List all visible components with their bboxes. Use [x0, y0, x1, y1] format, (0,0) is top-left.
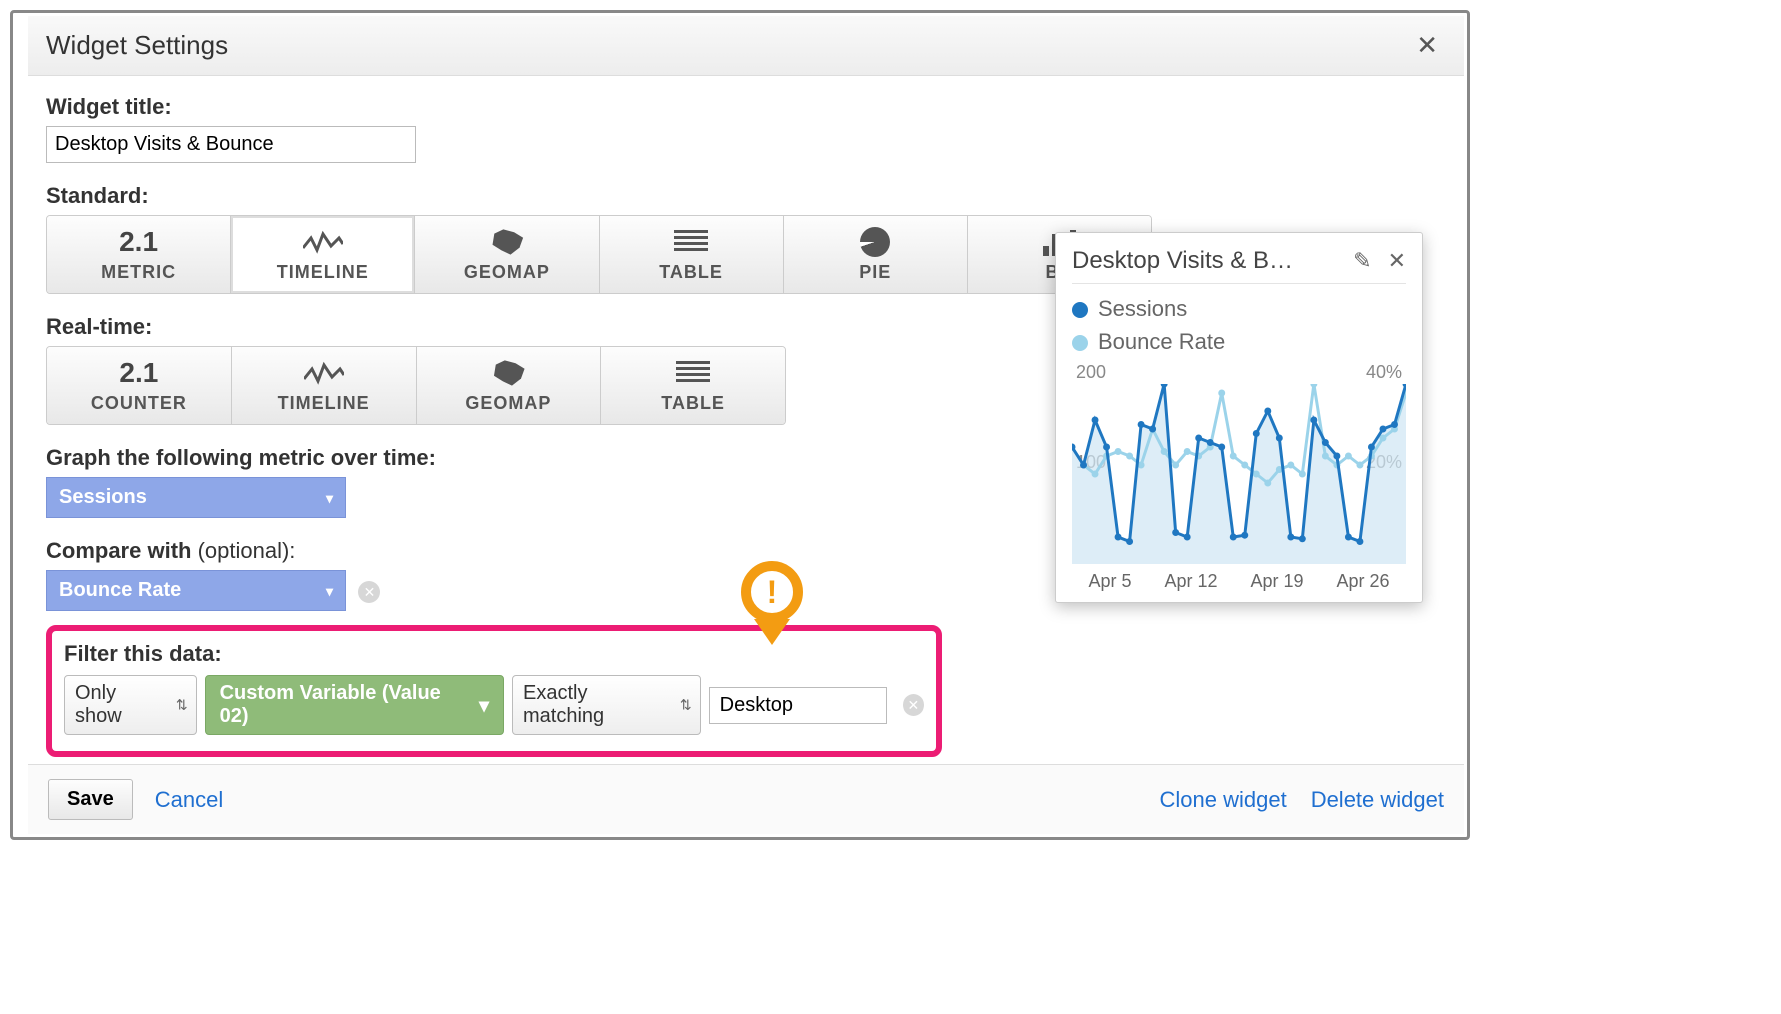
- metric-num-icon: 2.1: [119, 226, 158, 258]
- filter-dimension-dropdown[interactable]: Custom Variable (Value 02): [205, 675, 504, 735]
- preview-title: Desktop Visits & B…: [1072, 247, 1293, 275]
- filter-mode-select[interactable]: Only show: [64, 675, 197, 735]
- type-table[interactable]: TABLE: [600, 216, 784, 293]
- type-metric[interactable]: 2.1 METRIC: [47, 216, 231, 293]
- type-label: TABLE: [604, 262, 779, 283]
- type-label: TABLE: [605, 393, 781, 414]
- table-icon: [674, 230, 708, 254]
- type-pie[interactable]: PIE: [784, 216, 968, 293]
- standard-type-row: 2.1 METRIC TIMELINE GEOMAP TABLE: [46, 215, 1152, 294]
- geomap-icon: [490, 359, 526, 387]
- remove-filter-icon[interactable]: ✕: [903, 694, 924, 716]
- type-counter[interactable]: 2.1 COUNTER: [47, 347, 232, 424]
- metric-value: Sessions: [59, 486, 147, 509]
- type-label: METRIC: [51, 262, 226, 283]
- x-tick: Apr 5: [1088, 571, 1131, 592]
- type-label: TIMELINE: [236, 393, 412, 414]
- legend-dot-sessions: [1072, 302, 1088, 318]
- filter-row: Only show Custom Variable (Value 02) Exa…: [64, 675, 924, 735]
- legend-dot-bounce: [1072, 335, 1088, 351]
- cancel-button[interactable]: Cancel: [155, 787, 223, 813]
- widget-title-input[interactable]: [46, 126, 416, 163]
- filter-match-value: Exactly matching: [523, 682, 604, 727]
- save-button[interactable]: Save: [48, 779, 133, 820]
- legend-sessions: Sessions: [1098, 296, 1187, 321]
- filter-match-select[interactable]: Exactly matching: [512, 675, 701, 735]
- compare-label: Compare with: [46, 538, 191, 563]
- close-icon[interactable]: ✕: [1408, 28, 1446, 63]
- close-icon[interactable]: ✕: [1388, 248, 1406, 274]
- type-timeline-rt[interactable]: TIMELINE: [232, 347, 417, 424]
- standard-label: Standard:: [46, 183, 1446, 209]
- preview-widget: Desktop Visits & B… ✎ ✕ Sessions Bounce …: [1055, 232, 1423, 603]
- compare-value: Bounce Rate: [59, 579, 181, 602]
- type-table-rt[interactable]: TABLE: [601, 347, 785, 424]
- clone-widget-link[interactable]: Clone widget: [1160, 787, 1287, 813]
- chart-svg: [1072, 384, 1406, 564]
- pencil-icon[interactable]: ✎: [1353, 248, 1371, 274]
- type-timeline[interactable]: TIMELINE: [231, 216, 415, 293]
- type-geomap-rt[interactable]: GEOMAP: [417, 347, 602, 424]
- chevron-down-icon: [316, 579, 333, 602]
- geomap-icon: [489, 228, 525, 256]
- delete-widget-link[interactable]: Delete widget: [1311, 787, 1444, 813]
- type-label: GEOMAP: [419, 262, 594, 283]
- exclamation-icon: !: [741, 561, 803, 623]
- chevron-down-icon: [479, 693, 489, 718]
- table-icon: [676, 361, 710, 385]
- compare-optional: (optional):: [191, 538, 295, 563]
- filter-value-input[interactable]: [709, 687, 887, 724]
- y-right-top: 40%: [1366, 362, 1402, 383]
- type-geomap[interactable]: GEOMAP: [415, 216, 599, 293]
- compare-dropdown[interactable]: Bounce Rate: [46, 570, 346, 611]
- chevron-down-icon: [316, 486, 333, 509]
- metric-dropdown[interactable]: Sessions: [46, 477, 346, 518]
- legend-bounce: Bounce Rate: [1098, 329, 1225, 354]
- filter-highlight-box: ! Filter this data: Only show Custom Var…: [46, 625, 942, 757]
- pie-icon: [860, 227, 890, 257]
- type-label: COUNTER: [51, 393, 227, 414]
- filter-dimension-value: Custom Variable (Value 02): [220, 682, 467, 728]
- preview-header: Desktop Visits & B… ✎ ✕: [1072, 247, 1406, 284]
- chart-area: 200 100 40% 20% Apr 5 Apr 12 Apr 19 Apr …: [1072, 362, 1406, 592]
- realtime-type-row: 2.1 COUNTER TIMELINE GEOMAP TABLE: [46, 346, 786, 425]
- type-label: TIMELINE: [235, 262, 410, 283]
- dialog-title: Widget Settings: [46, 30, 228, 61]
- x-axis: Apr 5 Apr 12 Apr 19 Apr 26: [1072, 571, 1406, 592]
- legend: Sessions Bounce Rate: [1072, 292, 1406, 358]
- widget-title-label: Widget title:: [46, 94, 1446, 120]
- add-filter-link[interactable]: Add a filter: [46, 763, 151, 764]
- timeline-icon: [303, 230, 343, 254]
- x-tick: Apr 19: [1250, 571, 1303, 592]
- counter-num-icon: 2.1: [119, 357, 158, 389]
- clear-compare-icon[interactable]: ✕: [358, 581, 380, 603]
- type-label: PIE: [788, 262, 963, 283]
- timeline-icon: [304, 361, 344, 385]
- callout-arrow-icon: [754, 619, 790, 645]
- filter-mode-value: Only show: [75, 682, 122, 727]
- y-left-top: 200: [1076, 362, 1106, 383]
- dialog-footer: Save Cancel Clone widget Delete widget: [28, 764, 1464, 834]
- x-tick: Apr 12: [1164, 571, 1217, 592]
- dialog-header: Widget Settings ✕: [28, 16, 1464, 76]
- x-tick: Apr 26: [1336, 571, 1389, 592]
- callout-marker: !: [732, 561, 812, 661]
- type-label: GEOMAP: [421, 393, 597, 414]
